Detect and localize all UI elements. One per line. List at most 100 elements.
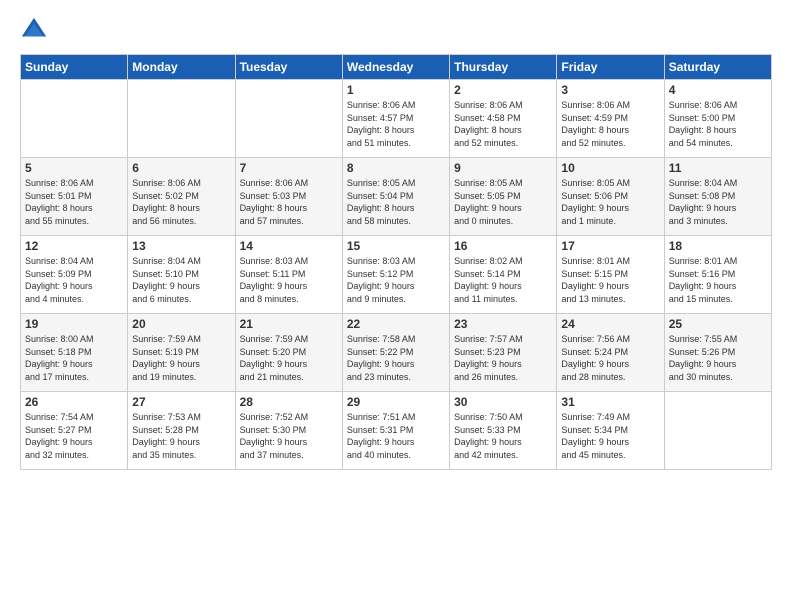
day-number: 18 bbox=[669, 239, 767, 253]
day-info: Sunrise: 7:53 AM Sunset: 5:28 PM Dayligh… bbox=[132, 411, 230, 461]
day-number: 27 bbox=[132, 395, 230, 409]
day-number: 9 bbox=[454, 161, 552, 175]
day-info: Sunrise: 7:51 AM Sunset: 5:31 PM Dayligh… bbox=[347, 411, 445, 461]
day-cell: 24 Sunrise: 7:56 AM Sunset: 5:24 PM Dayli… bbox=[557, 314, 664, 392]
day-info: Sunrise: 8:01 AM Sunset: 5:16 PM Dayligh… bbox=[669, 255, 767, 305]
day-cell: 4Sunrise: 8:06 AM Sunset: 5:00 PM Daylig… bbox=[664, 80, 771, 158]
day-info: Sunrise: 7:59 AM Sunset: 5:20 PM Dayligh… bbox=[240, 333, 338, 383]
day-cell: 26 Sunrise: 7:54 AM Sunset: 5:27 PM Dayli… bbox=[21, 392, 128, 470]
day-info: Sunrise: 8:05 AM Sunset: 5:04 PM Dayligh… bbox=[347, 177, 445, 227]
day-number: 30 bbox=[454, 395, 552, 409]
day-cell bbox=[128, 80, 235, 158]
week-row-4: 19 Sunrise: 8:00 AM Sunset: 5:18 PM Dayli… bbox=[21, 314, 772, 392]
week-row-3: 12Sunrise: 8:04 AM Sunset: 5:09 PM Dayli… bbox=[21, 236, 772, 314]
page: SundayMondayTuesdayWednesdayThursdayFrid… bbox=[0, 0, 792, 612]
weekday-header-saturday: Saturday bbox=[664, 55, 771, 80]
day-info: Sunrise: 8:05 AM Sunset: 5:05 PM Dayligh… bbox=[454, 177, 552, 227]
day-info: Sunrise: 7:56 AM Sunset: 5:24 PM Dayligh… bbox=[561, 333, 659, 383]
day-number: 29 bbox=[347, 395, 445, 409]
weekday-header-row: SundayMondayTuesdayWednesdayThursdayFrid… bbox=[21, 55, 772, 80]
day-cell bbox=[21, 80, 128, 158]
day-cell: 27 Sunrise: 7:53 AM Sunset: 5:28 PM Dayli… bbox=[128, 392, 235, 470]
day-info: Sunrise: 8:05 AM Sunset: 5:06 PM Dayligh… bbox=[561, 177, 659, 227]
day-number: 16 bbox=[454, 239, 552, 253]
day-info: Sunrise: 7:50 AM Sunset: 5:33 PM Dayligh… bbox=[454, 411, 552, 461]
day-cell: 8 Sunrise: 8:05 AM Sunset: 5:04 PM Daylig… bbox=[342, 158, 449, 236]
day-cell: 9 Sunrise: 8:05 AM Sunset: 5:05 PM Daylig… bbox=[450, 158, 557, 236]
day-number: 14 bbox=[240, 239, 338, 253]
day-cell: 11 Sunrise: 8:04 AM Sunset: 5:08 PM Dayli… bbox=[664, 158, 771, 236]
day-info: Sunrise: 8:04 AM Sunset: 5:08 PM Dayligh… bbox=[669, 177, 767, 227]
day-number: 11 bbox=[669, 161, 767, 175]
day-number: 25 bbox=[669, 317, 767, 331]
day-number: 7 bbox=[240, 161, 338, 175]
weekday-header-friday: Friday bbox=[557, 55, 664, 80]
weekday-header-thursday: Thursday bbox=[450, 55, 557, 80]
weekday-header-sunday: Sunday bbox=[21, 55, 128, 80]
week-row-5: 26 Sunrise: 7:54 AM Sunset: 5:27 PM Dayli… bbox=[21, 392, 772, 470]
week-row-2: 5 Sunrise: 8:06 AM Sunset: 5:01 PM Daylig… bbox=[21, 158, 772, 236]
day-cell: 6 Sunrise: 8:06 AM Sunset: 5:02 PM Daylig… bbox=[128, 158, 235, 236]
day-number: 17 bbox=[561, 239, 659, 253]
day-cell: 17Sunrise: 8:01 AM Sunset: 5:15 PM Dayli… bbox=[557, 236, 664, 314]
day-number: 12 bbox=[25, 239, 123, 253]
day-cell: 2 Sunrise: 8:06 AM Sunset: 4:58 PM Daylig… bbox=[450, 80, 557, 158]
day-number: 24 bbox=[561, 317, 659, 331]
day-cell: 21 Sunrise: 7:59 AM Sunset: 5:20 PM Dayli… bbox=[235, 314, 342, 392]
day-cell: 31Sunrise: 7:49 AM Sunset: 5:34 PM Dayli… bbox=[557, 392, 664, 470]
day-info: Sunrise: 8:02 AM Sunset: 5:14 PM Dayligh… bbox=[454, 255, 552, 305]
day-cell bbox=[235, 80, 342, 158]
day-info: Sunrise: 8:03 AM Sunset: 5:11 PM Dayligh… bbox=[240, 255, 338, 305]
day-cell: 3Sunrise: 8:06 AM Sunset: 4:59 PM Daylig… bbox=[557, 80, 664, 158]
day-number: 15 bbox=[347, 239, 445, 253]
header bbox=[20, 16, 772, 44]
day-cell: 19 Sunrise: 8:00 AM Sunset: 5:18 PM Dayli… bbox=[21, 314, 128, 392]
day-cell: 7Sunrise: 8:06 AM Sunset: 5:03 PM Daylig… bbox=[235, 158, 342, 236]
day-cell: 22 Sunrise: 7:58 AM Sunset: 5:22 PM Dayli… bbox=[342, 314, 449, 392]
day-info: Sunrise: 7:57 AM Sunset: 5:23 PM Dayligh… bbox=[454, 333, 552, 383]
week-row-1: 1Sunrise: 8:06 AM Sunset: 4:57 PM Daylig… bbox=[21, 80, 772, 158]
day-number: 6 bbox=[132, 161, 230, 175]
day-number: 23 bbox=[454, 317, 552, 331]
day-info: Sunrise: 8:00 AM Sunset: 5:18 PM Dayligh… bbox=[25, 333, 123, 383]
day-cell: 23 Sunrise: 7:57 AM Sunset: 5:23 PM Dayli… bbox=[450, 314, 557, 392]
day-number: 19 bbox=[25, 317, 123, 331]
day-number: 4 bbox=[669, 83, 767, 97]
weekday-header-wednesday: Wednesday bbox=[342, 55, 449, 80]
day-info: Sunrise: 8:03 AM Sunset: 5:12 PM Dayligh… bbox=[347, 255, 445, 305]
day-number: 5 bbox=[25, 161, 123, 175]
day-cell: 29 Sunrise: 7:51 AM Sunset: 5:31 PM Dayli… bbox=[342, 392, 449, 470]
day-number: 26 bbox=[25, 395, 123, 409]
day-info: Sunrise: 7:54 AM Sunset: 5:27 PM Dayligh… bbox=[25, 411, 123, 461]
calendar-table: SundayMondayTuesdayWednesdayThursdayFrid… bbox=[20, 54, 772, 470]
logo bbox=[20, 16, 52, 44]
day-info: Sunrise: 8:06 AM Sunset: 5:01 PM Dayligh… bbox=[25, 177, 123, 227]
day-info: Sunrise: 7:55 AM Sunset: 5:26 PM Dayligh… bbox=[669, 333, 767, 383]
day-info: Sunrise: 7:59 AM Sunset: 5:19 PM Dayligh… bbox=[132, 333, 230, 383]
day-info: Sunrise: 7:52 AM Sunset: 5:30 PM Dayligh… bbox=[240, 411, 338, 461]
day-info: Sunrise: 8:06 AM Sunset: 5:02 PM Dayligh… bbox=[132, 177, 230, 227]
day-number: 13 bbox=[132, 239, 230, 253]
day-cell bbox=[664, 392, 771, 470]
day-info: Sunrise: 7:58 AM Sunset: 5:22 PM Dayligh… bbox=[347, 333, 445, 383]
day-cell: 25 Sunrise: 7:55 AM Sunset: 5:26 PM Dayli… bbox=[664, 314, 771, 392]
day-number: 8 bbox=[347, 161, 445, 175]
day-cell: 18 Sunrise: 8:01 AM Sunset: 5:16 PM Dayli… bbox=[664, 236, 771, 314]
day-number: 22 bbox=[347, 317, 445, 331]
day-cell: 12Sunrise: 8:04 AM Sunset: 5:09 PM Dayli… bbox=[21, 236, 128, 314]
day-number: 31 bbox=[561, 395, 659, 409]
day-cell: 30 Sunrise: 7:50 AM Sunset: 5:33 PM Dayli… bbox=[450, 392, 557, 470]
weekday-header-tuesday: Tuesday bbox=[235, 55, 342, 80]
day-number: 10 bbox=[561, 161, 659, 175]
day-number: 21 bbox=[240, 317, 338, 331]
day-cell: 1Sunrise: 8:06 AM Sunset: 4:57 PM Daylig… bbox=[342, 80, 449, 158]
day-number: 28 bbox=[240, 395, 338, 409]
day-info: Sunrise: 8:04 AM Sunset: 5:10 PM Dayligh… bbox=[132, 255, 230, 305]
day-number: 2 bbox=[454, 83, 552, 97]
day-cell: 14 Sunrise: 8:03 AM Sunset: 5:11 PM Dayli… bbox=[235, 236, 342, 314]
day-cell: 15 Sunrise: 8:03 AM Sunset: 5:12 PM Dayli… bbox=[342, 236, 449, 314]
logo-icon bbox=[20, 16, 48, 44]
day-info: Sunrise: 8:06 AM Sunset: 4:58 PM Dayligh… bbox=[454, 99, 552, 149]
day-info: Sunrise: 8:06 AM Sunset: 4:59 PM Dayligh… bbox=[561, 99, 659, 149]
weekday-header-monday: Monday bbox=[128, 55, 235, 80]
